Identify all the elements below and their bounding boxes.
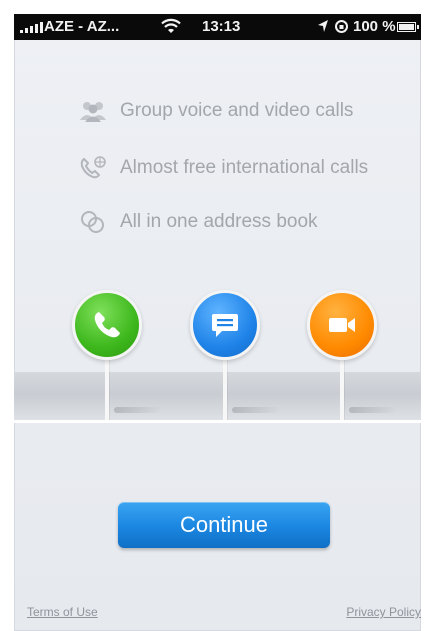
shelf-line xyxy=(14,420,421,423)
wifi-icon xyxy=(161,18,181,33)
battery-icon xyxy=(397,22,419,32)
feature-international-calls: Almost free international calls xyxy=(78,155,368,181)
continue-button[interactable]: Continue xyxy=(118,502,330,548)
video-pin xyxy=(307,290,377,360)
video-camera-icon xyxy=(329,318,355,332)
location-arrow-icon xyxy=(318,20,328,32)
terms-of-use-link[interactable]: Terms of Use xyxy=(27,605,98,619)
rotation-lock-icon xyxy=(335,20,348,33)
privacy-policy-link[interactable]: Privacy Policy xyxy=(346,605,421,619)
phone-pin xyxy=(72,290,142,360)
feature-label: Group voice and video calls xyxy=(120,100,354,121)
shelf-band xyxy=(14,372,421,422)
status-bar: AZE - AZ... 13:13 100 % xyxy=(14,14,421,40)
carrier-name: AZE - AZ... xyxy=(44,18,120,35)
pin-shadow xyxy=(349,407,397,413)
battery-percent: 100 % xyxy=(353,18,396,35)
phone-icon xyxy=(94,312,120,338)
address-book-icon xyxy=(81,211,104,233)
pin-shadow xyxy=(232,407,280,413)
chat-pin xyxy=(190,290,260,360)
phone-screen: AZE - AZ... 13:13 100 % Group voice and … xyxy=(14,14,421,631)
feature-group-calls: Group voice and video calls xyxy=(78,98,353,124)
feature-label: All in one address book xyxy=(120,211,318,232)
chat-icon xyxy=(212,314,238,337)
signal-icon xyxy=(20,22,43,33)
feature-address-book: All in one address book xyxy=(78,209,318,235)
group-icon xyxy=(80,102,106,122)
clock: 13:13 xyxy=(202,18,241,35)
pin-shadow xyxy=(114,407,162,413)
feature-label: Almost free international calls xyxy=(120,157,369,178)
globe-phone-icon xyxy=(80,156,106,179)
